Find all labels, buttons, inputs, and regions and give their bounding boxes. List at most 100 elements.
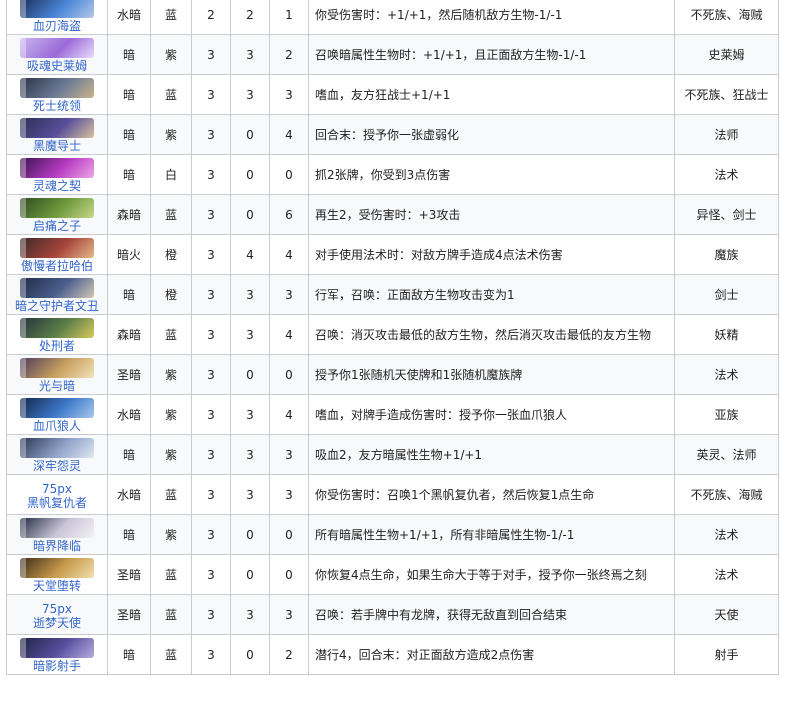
card-name-link[interactable]: 天堂堕转 (9, 579, 105, 593)
table-row: 黑魔导士暗紫 3 0 4 回合末：授予你一张虚弱化 法师 (6, 114, 779, 155)
table-row: 血刃海盗 水暗蓝 2 2 1 你受伤害时：+1/+1，然后随机敌方生物-1/-1 不死族、海… (6, 0, 779, 35)
effect-cell: 嗜血，友方狂战士+1/+1 (308, 74, 675, 115)
card-name-cell: 死士统领 (6, 74, 108, 115)
stat-3-cell: 4 (269, 114, 309, 155)
card-name-link[interactable]: 黑帆复仇者 (9, 496, 105, 510)
stat-3-cell: 4 (269, 394, 309, 435)
element-cell: 水暗 (107, 474, 151, 515)
race-cell: 不死族、海贼 (674, 0, 779, 35)
card-thumbnail-placeholder[interactable]: 75px (9, 602, 105, 616)
element-cell: 暗 (107, 434, 151, 475)
card-thumbnail-image[interactable] (20, 358, 94, 378)
card-thumbnail-image[interactable] (20, 398, 94, 418)
table-row: 75px 黑帆复仇者 水暗蓝 3 3 3 你受伤害时：召唤1个黑帆复仇者，然后恢复1点生命不… (6, 474, 779, 515)
stat-3-cell: 2 (269, 634, 309, 675)
card-thumbnail-image[interactable] (20, 558, 94, 578)
card-name-link[interactable]: 暗影射手 (9, 659, 105, 673)
race-cell: 法师 (674, 114, 779, 155)
card-thumbnail-image[interactable] (20, 518, 94, 538)
card-thumbnail-image[interactable] (20, 278, 94, 298)
effect-cell: 嗜血，对牌手造成伤害时：授予你一张血爪狼人 (308, 394, 675, 435)
card-name-link[interactable]: 暗界降临 (9, 539, 105, 553)
card-name-link[interactable]: 死士统领 (9, 99, 105, 113)
element-cell: 水暗 (107, 394, 151, 435)
table-row: 75px 逝梦天使 圣暗蓝 3 3 3 召唤：若手牌中有龙牌，获得无敌直到回合结束 天使 (6, 594, 779, 635)
stat-2-cell: 3 (230, 34, 270, 75)
race-cell: 法术 (674, 154, 779, 195)
card-thumbnail-image[interactable] (20, 158, 94, 178)
stat-1-cell: 3 (191, 314, 231, 355)
race-cell: 魔族 (674, 234, 779, 275)
stat-3-cell: 4 (269, 314, 309, 355)
stat-2-cell: 0 (230, 514, 270, 555)
race-cell: 天使 (674, 594, 779, 635)
effect-cell: 召唤暗属性生物时：+1/+1，且正面敌方生物-1/-1 (308, 34, 675, 75)
race-cell: 不死族、海贼 (674, 474, 779, 515)
card-thumbnail-image[interactable] (20, 78, 94, 98)
card-name-cell: 灵魂之契 (6, 154, 108, 195)
card-thumbnail-image[interactable] (20, 438, 94, 458)
element-cell: 圣暗 (107, 354, 151, 395)
card-thumbnail-image[interactable] (20, 118, 94, 138)
card-name-link[interactable]: 处刑者 (9, 339, 105, 353)
card-thumbnail-image[interactable] (20, 318, 94, 338)
stat-3-cell: 0 (269, 154, 309, 195)
card-thumbnail-placeholder[interactable]: 75px (9, 482, 105, 496)
effect-cell: 行军，召唤：正面敌方生物攻击变为1 (308, 274, 675, 315)
color-cell: 白 (150, 154, 192, 195)
card-name-cell: 血爪狼人 (6, 394, 108, 435)
card-name-link[interactable]: 血刃海盗 (9, 19, 105, 33)
stat-3-cell: 2 (269, 34, 309, 75)
card-name-link[interactable]: 深牢怨灵 (9, 459, 105, 473)
stat-3-cell: 3 (269, 74, 309, 115)
card-name-cell: 血刃海盗 (6, 0, 108, 35)
stat-1-cell: 3 (191, 114, 231, 155)
race-cell: 异怪、剑士 (674, 194, 779, 235)
card-name-link[interactable]: 血爪狼人 (9, 419, 105, 433)
effect-cell: 对手使用法术时：对敌方牌手造成4点法术伤害 (308, 234, 675, 275)
card-name-link[interactable]: 启痛之子 (9, 219, 105, 233)
effect-cell: 你受伤害时：+1/+1，然后随机敌方生物-1/-1 (308, 0, 675, 35)
stat-1-cell: 3 (191, 514, 231, 555)
card-name-link[interactable]: 黑魔导士 (9, 139, 105, 153)
card-table-viewport: 血刃海盗 水暗蓝 2 2 1 你受伤害时：+1/+1，然后随机敌方生物-1/-1 不死族、海… (0, 0, 789, 712)
race-cell: 亚族 (674, 394, 779, 435)
stat-1-cell: 3 (191, 634, 231, 675)
table-row: 死士统领暗蓝 3 3 3 嗜血，友方狂战士+1/+1 不死族、狂战士 (6, 74, 779, 115)
card-thumbnail-image[interactable] (20, 198, 94, 218)
stat-3-cell: 3 (269, 274, 309, 315)
stat-1-cell: 3 (191, 34, 231, 75)
element-cell: 暗 (107, 34, 151, 75)
table-row: 处刑者 森暗蓝 3 3 4 召唤：消灭攻击最低的敌方生物，然后消灭攻击最低的友方生物 妖精 (6, 314, 779, 355)
color-cell: 蓝 (150, 314, 192, 355)
effect-cell: 你受伤害时：召唤1个黑帆复仇者，然后恢复1点生命 (308, 474, 675, 515)
card-name-link[interactable]: 光与暗 (9, 379, 105, 393)
stat-1-cell: 3 (191, 354, 231, 395)
stat-2-cell: 3 (230, 434, 270, 475)
card-name-link[interactable]: 吸魂史莱姆 (9, 59, 105, 73)
card-thumbnail-image[interactable] (20, 38, 94, 58)
element-cell: 森暗 (107, 314, 151, 355)
card-thumbnail-image[interactable] (20, 0, 94, 18)
card-name-cell: 黑魔导士 (6, 114, 108, 155)
card-name-link[interactable]: 暗之守护者文丑 (9, 299, 105, 313)
table-row: 暗界降临暗紫 3 0 0 所有暗属性生物+1/+1，所有非暗属性生物-1/-1 法术 (6, 514, 779, 555)
card-name-link[interactable]: 逝梦天使 (9, 616, 105, 630)
card-name-cell: 75px 黑帆复仇者 (6, 474, 108, 515)
element-cell: 森暗 (107, 194, 151, 235)
effect-cell: 你恢复4点生命，如果生命大于等于对手，授予你一张终焉之刻 (308, 554, 675, 595)
stat-1-cell: 3 (191, 554, 231, 595)
table-row: 灵魂之契暗白 3 0 0 抓2张牌，你受到3点伤害 法术 (6, 154, 779, 195)
stat-1-cell: 3 (191, 234, 231, 275)
card-name-link[interactable]: 傲慢者拉哈伯 (9, 259, 105, 273)
element-cell: 暗 (107, 114, 151, 155)
stat-1-cell: 3 (191, 594, 231, 635)
stat-2-cell: 0 (230, 554, 270, 595)
card-thumbnail-image[interactable] (20, 638, 94, 658)
card-thumbnail-image[interactable] (20, 238, 94, 258)
color-cell: 橙 (150, 274, 192, 315)
color-cell: 紫 (150, 514, 192, 555)
card-name-link[interactable]: 灵魂之契 (9, 179, 105, 193)
stat-2-cell: 0 (230, 194, 270, 235)
element-cell: 暗 (107, 274, 151, 315)
